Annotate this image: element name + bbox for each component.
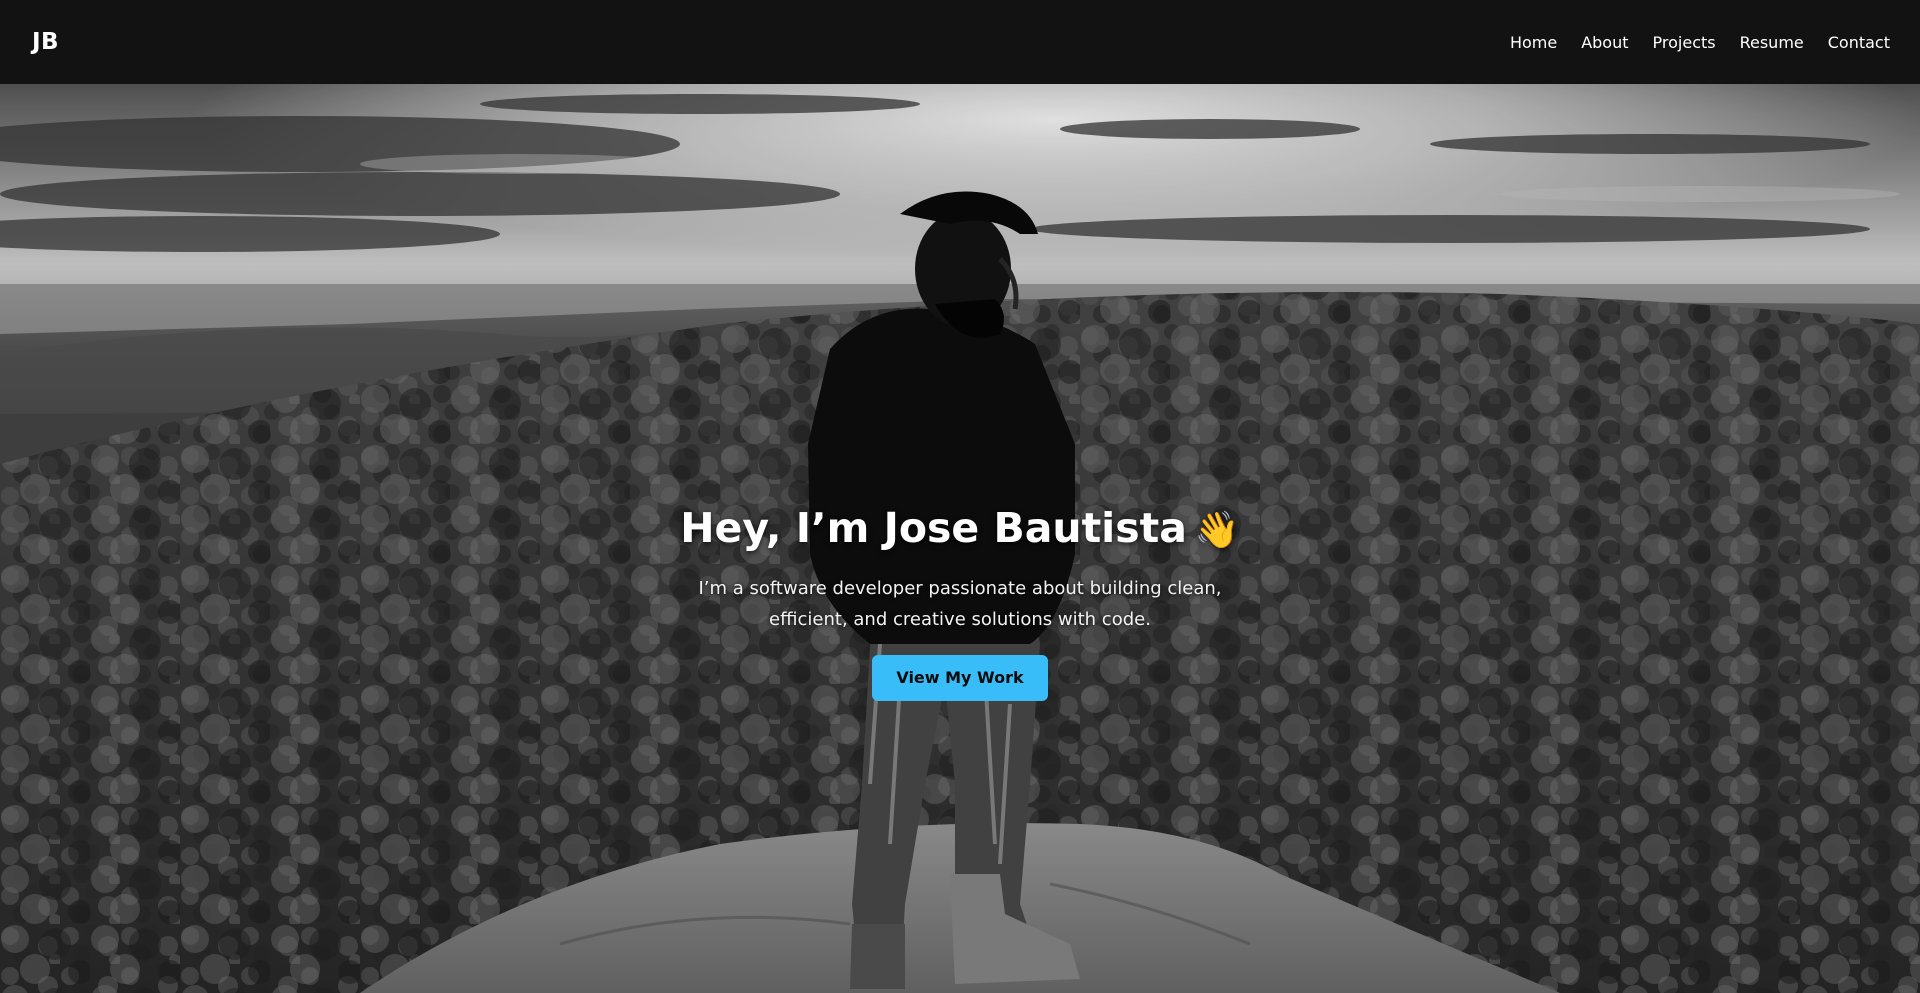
nav-link-home[interactable]: Home [1510, 33, 1557, 52]
hero-section: Hey, I’m Jose Bautista 👋 I’m a software d… [0, 84, 1920, 993]
site-logo[interactable]: JB [32, 29, 59, 55]
hero-subtitle: I’m a software developer passionate abou… [698, 578, 1222, 631]
nav-link-resume[interactable]: Resume [1740, 33, 1804, 52]
view-my-work-button[interactable]: View My Work [872, 655, 1048, 702]
waving-hand-icon: 👋 [1194, 510, 1240, 551]
hero-content: Hey, I’m Jose Bautista 👋 I’m a software d… [0, 504, 1920, 702]
nav-link-projects[interactable]: Projects [1653, 33, 1716, 52]
navbar: JB Home About Projects Resume Contact [0, 0, 1920, 84]
nav-links: Home About Projects Resume Contact [1510, 33, 1890, 52]
nav-link-contact[interactable]: Contact [1828, 33, 1890, 52]
hero-title: Hey, I’m Jose Bautista 👋 [0, 504, 1920, 553]
nav-link-about[interactable]: About [1581, 33, 1628, 52]
hero-title-text: Hey, I’m Jose Bautista [680, 504, 1187, 552]
